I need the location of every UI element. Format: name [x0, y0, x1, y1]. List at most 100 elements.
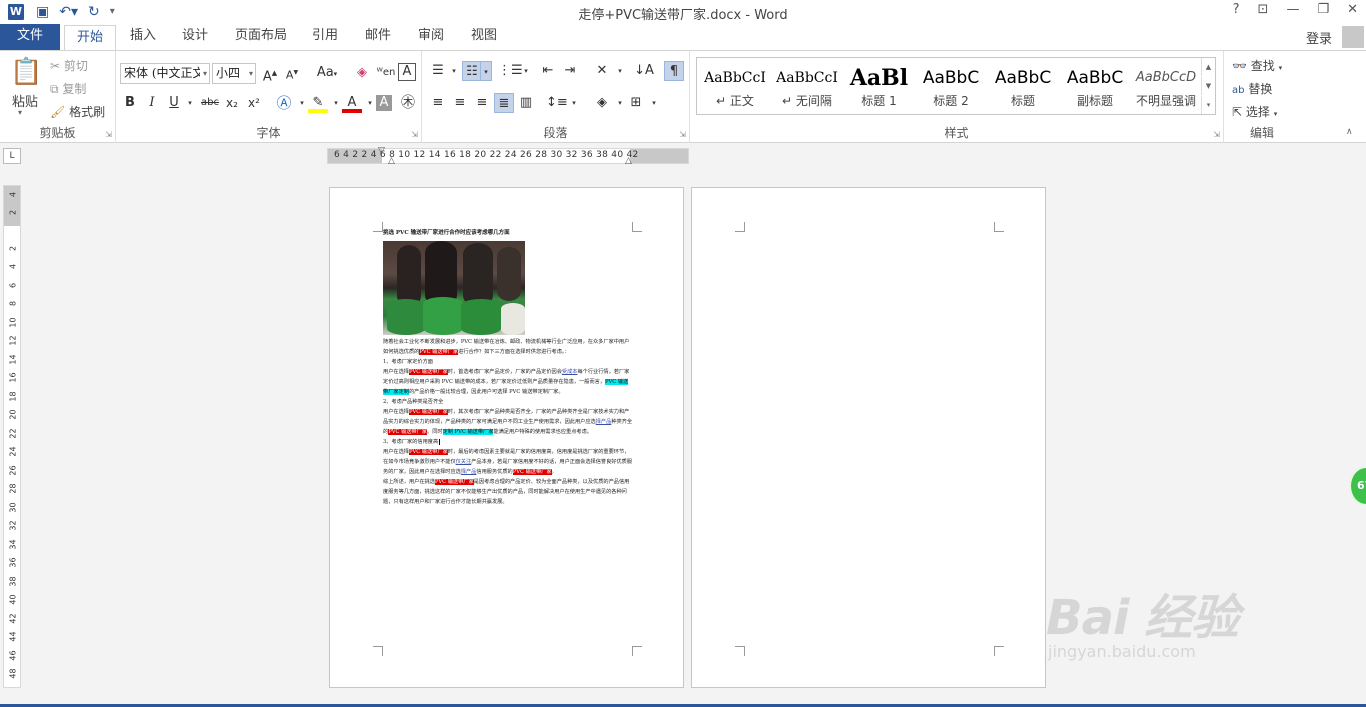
- styles-scroll-up-icon[interactable]: ▲: [1201, 58, 1215, 76]
- paste-button[interactable]: 粘贴: [12, 91, 38, 110]
- distributed-icon[interactable]: ▥: [516, 93, 536, 113]
- font-launcher-icon[interactable]: ⇲: [411, 130, 418, 139]
- binoculars-icon: 👓: [1232, 59, 1247, 73]
- line-spacing-icon[interactable]: ↕≡: [546, 93, 568, 113]
- grow-font-button[interactable]: A▲: [260, 63, 280, 84]
- style-subtle-emphasis[interactable]: AaBbCcD 不明显强调: [1131, 58, 1201, 114]
- align-left-icon[interactable]: ≡: [428, 93, 448, 113]
- document-page-2[interactable]: [691, 187, 1046, 688]
- styles-group-label: 样式: [944, 126, 969, 140]
- phonetic-guide-icon[interactable]: ᵂen: [376, 63, 396, 83]
- clipboard-launcher-icon[interactable]: ⇲: [105, 130, 112, 139]
- conveyor-belt-image[interactable]: [383, 241, 525, 335]
- section-2-heading: 2、考虑产品种类是否齐全: [383, 399, 444, 405]
- tab-mailings[interactable]: 邮件: [353, 24, 403, 50]
- paragraph-group-label: 段落: [543, 126, 568, 140]
- ribbon: 📋 粘贴 ▾ ✂ 剪切 ⧉ 复制 🖌 格式刷 剪贴板 ⇲ 宋体 (中文正文)▾ …: [0, 50, 1366, 143]
- multilevel-dropdown-icon[interactable]: ▾: [516, 61, 536, 81]
- align-center-icon[interactable]: ≡: [450, 93, 470, 113]
- font-color-icon[interactable]: A: [342, 93, 362, 113]
- section-1-heading: 1、考虑厂家定价方面: [383, 359, 433, 365]
- style-title[interactable]: AaBbC 标题: [987, 58, 1059, 114]
- document-page-1[interactable]: 挑选 PVC 输送带厂家进行合作时应该考虑哪几方面 随着社会工业化不断发展和进步…: [329, 187, 684, 688]
- chinese-layout-dropdown-icon[interactable]: ▾: [610, 61, 630, 81]
- copy-button[interactable]: ⧉ 复制: [50, 80, 86, 97]
- superscript-button[interactable]: x²: [244, 93, 264, 113]
- login-link[interactable]: 登录: [1306, 28, 1332, 47]
- line-spacing-dropdown-icon[interactable]: ▾: [564, 93, 584, 113]
- italic-button[interactable]: I: [142, 93, 162, 113]
- left-indent-marker[interactable]: △: [388, 156, 395, 166]
- tab-home[interactable]: 开始: [64, 25, 117, 51]
- clear-format-icon[interactable]: ◈: [352, 63, 372, 83]
- text-effects-icon[interactable]: Ⓐ: [274, 93, 294, 113]
- document-body[interactable]: 挑选 PVC 输送带厂家进行合作时应该考虑哪几方面 随着社会工业化不断发展和进步…: [383, 228, 633, 507]
- change-case-button[interactable]: Aa▾: [312, 63, 342, 83]
- chinese-layout-icon[interactable]: ✕: [592, 61, 612, 81]
- minimize-button[interactable]: —: [1286, 2, 1299, 17]
- floating-badge[interactable]: 67: [1349, 466, 1366, 506]
- ribbon-display-button[interactable]: ⊡: [1258, 2, 1269, 17]
- justify-icon[interactable]: ≣: [494, 93, 514, 113]
- right-indent-marker[interactable]: △: [625, 156, 632, 166]
- tab-insert[interactable]: 插入: [118, 24, 168, 50]
- tab-review[interactable]: 审阅: [406, 24, 456, 50]
- numbering-dropdown-icon[interactable]: ▾: [480, 61, 492, 81]
- styles-scroll-down-icon[interactable]: ▼: [1201, 77, 1215, 95]
- borders-icon[interactable]: ⊞: [626, 93, 646, 113]
- numbering-icon[interactable]: ☷: [462, 61, 482, 81]
- style-subtitle[interactable]: AaBbC 副标题: [1059, 58, 1131, 114]
- styles-launcher-icon[interactable]: ⇲: [1213, 130, 1220, 139]
- sort-icon[interactable]: ↓A: [634, 61, 654, 81]
- tab-file[interactable]: 文件: [0, 24, 60, 50]
- font-size-combo[interactable]: 小四 ▾: [212, 63, 256, 84]
- decrease-indent-icon[interactable]: ⇤: [538, 61, 558, 81]
- style-no-spacing[interactable]: AaBbCcI ↵ 无间隔: [771, 58, 843, 114]
- scissors-icon: ✂: [50, 59, 61, 73]
- increase-indent-icon[interactable]: ⇥: [560, 61, 580, 81]
- help-button[interactable]: ?: [1233, 2, 1240, 17]
- style-heading-2[interactable]: AaBbC 标题 2: [915, 58, 987, 114]
- borders-dropdown-icon[interactable]: ▾: [644, 93, 664, 113]
- paragraph-launcher-icon[interactable]: ⇲: [679, 130, 686, 139]
- enclose-chars-icon[interactable]: ㊍: [398, 93, 418, 113]
- shading-icon[interactable]: ◈: [592, 93, 612, 113]
- tab-design[interactable]: 设计: [170, 24, 220, 50]
- bold-button[interactable]: B: [120, 93, 140, 113]
- paste-dropdown-icon[interactable]: ▾: [18, 108, 22, 117]
- first-line-indent-marker[interactable]: ▽: [378, 146, 385, 156]
- multilevel-list-icon[interactable]: ⋮☰: [498, 61, 523, 81]
- select-button[interactable]: ⇱ 选择 ▾: [1232, 103, 1277, 120]
- close-button[interactable]: ✕: [1347, 2, 1358, 17]
- avatar[interactable]: [1342, 26, 1364, 48]
- highlight-icon[interactable]: ✎: [308, 93, 328, 113]
- tab-page-layout[interactable]: 页面布局: [223, 24, 299, 50]
- strikethrough-button[interactable]: abc: [198, 93, 222, 113]
- shrink-font-button[interactable]: A▼: [282, 63, 302, 83]
- section-3-heading: 3、考虑厂家的信用度高: [383, 439, 441, 445]
- cut-button[interactable]: ✂ 剪切: [50, 57, 88, 74]
- tab-view[interactable]: 视图: [459, 24, 509, 50]
- horizontal-ruler[interactable]: 6 4 2 2 4 6 8 10 12 14 16 18 20 22 24 26…: [327, 146, 689, 166]
- style-normal[interactable]: AaBbCcI ↵ 正文: [699, 58, 771, 114]
- show-marks-icon[interactable]: ¶: [664, 61, 684, 81]
- tab-references[interactable]: 引用: [300, 24, 350, 50]
- format-painter-button[interactable]: 🖌 格式刷: [50, 103, 105, 120]
- underline-dropdown-icon[interactable]: ▾: [180, 93, 200, 113]
- paste-icon[interactable]: 📋: [10, 57, 42, 87]
- maximize-button[interactable]: ❐: [1317, 2, 1329, 17]
- vertical-ruler[interactable]: 4 2 2 4 6 8 10 12 14 16 18 20 22 24 26 2…: [3, 185, 21, 688]
- char-border-icon[interactable]: A: [398, 63, 416, 81]
- replace-button[interactable]: ab 替换: [1232, 80, 1272, 97]
- bullets-dropdown-icon[interactable]: ▾: [444, 61, 464, 81]
- find-button[interactable]: 👓 查找 ▾: [1232, 57, 1282, 74]
- styles-more-icon[interactable]: ▾: [1201, 96, 1215, 114]
- tab-selector[interactable]: L: [3, 148, 21, 164]
- text-cursor: [439, 439, 441, 445]
- char-shading-icon[interactable]: A: [376, 95, 392, 111]
- font-name-combo[interactable]: 宋体 (中文正文)▾: [120, 63, 210, 84]
- subscript-button[interactable]: x₂: [222, 93, 242, 113]
- align-right-icon[interactable]: ≡: [472, 93, 492, 113]
- collapse-ribbon-icon[interactable]: ∧: [1346, 127, 1353, 137]
- style-heading-1[interactable]: AaBl 标题 1: [843, 58, 915, 114]
